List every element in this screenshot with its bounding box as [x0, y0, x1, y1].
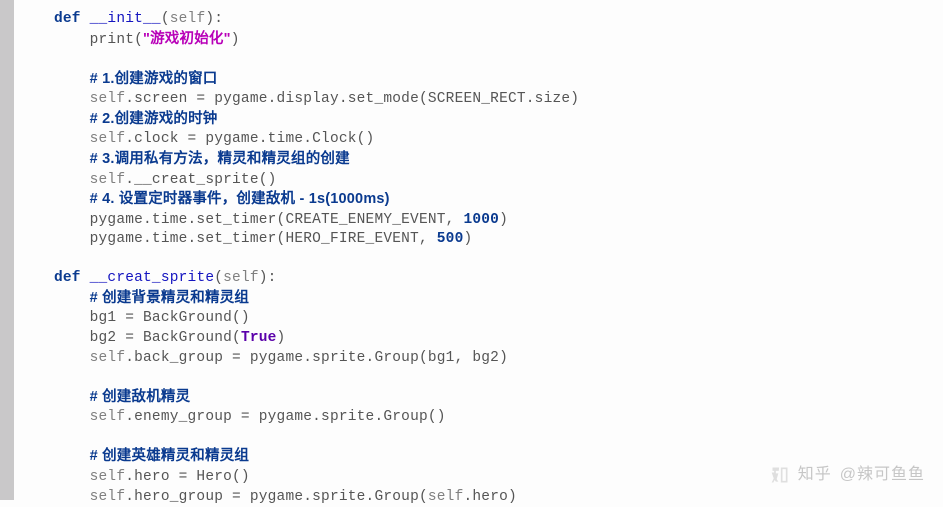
fn-creat-sprite: __creat_sprite — [90, 270, 215, 286]
paren: ) — [231, 32, 240, 48]
stmt: pygame.time.set_timer(CREATE_ENEMY_EVENT… — [90, 212, 464, 228]
stmt: bg1 = BackGround() — [90, 310, 250, 326]
comment-hero: # 创建英雄精灵和精灵组 — [90, 448, 250, 464]
comment-enemy: # 创建敌机精灵 — [90, 389, 191, 405]
comment-3: # 3.调用私有方法，精灵和精灵组的创建 — [90, 151, 350, 167]
comment-2: # 2.创建游戏的时钟 — [90, 111, 218, 127]
self: self — [90, 91, 126, 107]
call-print: print — [90, 32, 135, 48]
paren: ) — [463, 231, 472, 247]
comment-1: # 1.创建游戏的窗口 — [90, 71, 218, 87]
num-1000: 1000 — [463, 212, 499, 228]
fn-init: __init__ — [90, 11, 161, 27]
stmt: pygame.time.set_timer(HERO_FIRE_EVENT, — [90, 231, 437, 247]
paren: ( — [214, 270, 223, 286]
comment-bg: # 创建背景精灵和精灵组 — [90, 290, 250, 306]
paren: ) — [277, 330, 286, 346]
self: self — [90, 172, 126, 188]
self: self — [90, 131, 126, 147]
stmt: bg2 = BackGround( — [90, 330, 241, 346]
param-self: self — [223, 270, 259, 286]
stmt: .__creat_sprite() — [125, 172, 276, 188]
self: self — [90, 350, 126, 366]
paren: ): — [205, 11, 223, 27]
num-500: 500 — [437, 231, 464, 247]
stmt: .screen = pygame.display.set_mode(SCREEN… — [125, 91, 579, 107]
self: self — [90, 489, 126, 505]
stmt: .clock = pygame.time.Clock() — [125, 131, 374, 147]
paren: ( — [134, 32, 143, 48]
paren: ( — [161, 11, 170, 27]
self: self — [428, 489, 464, 505]
comment-4: # 4. 设置定时器事件，创建敌机 - 1s(1000ms) — [90, 191, 390, 207]
stmt: .hero = Hero() — [125, 469, 250, 485]
paren: ): — [259, 270, 277, 286]
editor-gutter — [0, 0, 14, 500]
keyword-def: def — [54, 11, 81, 27]
self: self — [90, 469, 126, 485]
stmt: .enemy_group = pygame.sprite.Group() — [125, 409, 445, 425]
kw-true: True — [241, 330, 277, 346]
stmt: .hero_group = pygame.sprite.Group( — [125, 489, 428, 505]
stmt: .hero) — [463, 489, 516, 505]
code-body: def __init__(self): print("游戏初始化") # 1.创… — [14, 0, 943, 500]
paren: ) — [499, 212, 508, 228]
stmt: .back_group = pygame.sprite.Group(bg1, b… — [125, 350, 508, 366]
string-literal: "游戏初始化" — [143, 31, 231, 47]
param-self: self — [170, 11, 206, 27]
code-editor: def __init__(self): print("游戏初始化") # 1.创… — [0, 0, 943, 500]
keyword-def: def — [54, 270, 81, 286]
self: self — [90, 409, 126, 425]
